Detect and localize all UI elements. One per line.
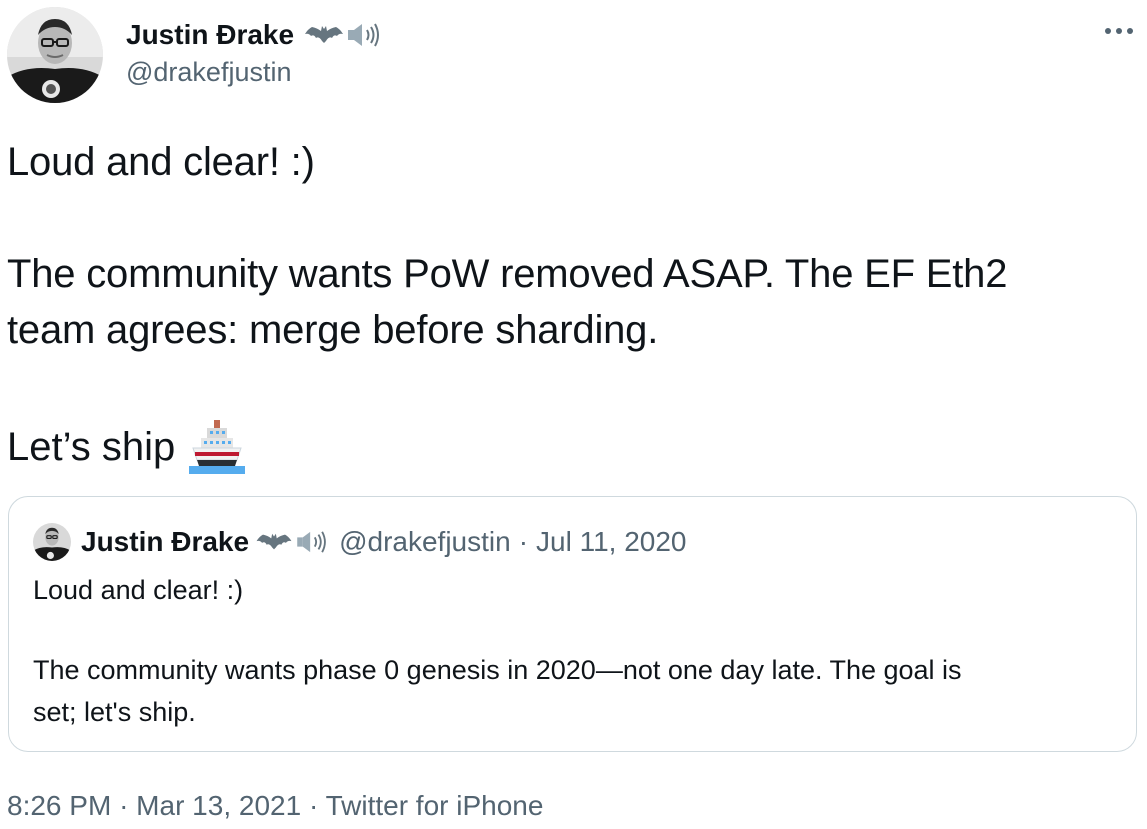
tweet-date[interactable]: Mar 13, 2021: [136, 790, 301, 821]
name-emojis: [304, 22, 382, 48]
author-avatar[interactable]: [7, 7, 103, 103]
tweet-footer: 8:26 PM · Mar 13, 2021 · Twitter for iPh…: [7, 790, 543, 822]
quote-text-line-2: The community wants phase 0 genesis in 2…: [33, 655, 962, 685]
tweet-text-line-1: Loud and clear! :): [7, 140, 315, 184]
bat-icon: [305, 26, 344, 43]
quote-avatar: [33, 523, 71, 561]
author-name-row: Justin Ðrake: [126, 17, 382, 53]
tweet-time[interactable]: 8:26 PM: [7, 790, 111, 821]
speaker-icon: [297, 531, 326, 553]
tweet: Justin Ðrake @drakefjustin Loud and clea…: [0, 0, 1147, 829]
quote-separator: ·: [518, 526, 529, 557]
tweet-text-line-3: team agrees: merge before sharding.: [7, 308, 659, 352]
author-handle[interactable]: @drakefjustin: [126, 57, 291, 88]
more-button[interactable]: [1100, 16, 1138, 46]
quote-text-line-3: set; let's ship.: [33, 697, 196, 727]
bat-icon: [256, 533, 292, 550]
quote-tweet[interactable]: Justin Ðrake @drakefjustin · Jul 11, 202…: [8, 496, 1137, 752]
speaker-icon: [348, 23, 380, 47]
avatar-image: [7, 7, 103, 103]
tweet-text-line-4: Let’s ship: [7, 418, 246, 476]
ship-icon: [189, 420, 246, 474]
quote-name-emojis: [255, 530, 329, 554]
tweet-source[interactable]: Twitter for iPhone: [326, 790, 544, 821]
quote-author-name: Justin Ðrake: [81, 526, 250, 557]
quote-header: Justin Ðrake @drakefjustin · Jul 11, 202…: [33, 523, 687, 561]
footer-separator: ·: [308, 790, 319, 821]
quote-date[interactable]: Jul 11, 2020: [536, 526, 687, 558]
ship-text: Let’s ship: [7, 424, 176, 469]
author-name[interactable]: Justin Ðrake: [126, 19, 294, 51]
quote-author-handle: @drakefjustin: [339, 526, 511, 557]
quote-text-line-1: Loud and clear! :): [33, 575, 244, 605]
quote-avatar-image: [33, 523, 71, 561]
tweet-text-line-2: The community wants PoW removed ASAP. Th…: [7, 252, 1008, 296]
more-horizontal-icon: [1105, 28, 1133, 34]
footer-separator: ·: [119, 790, 129, 821]
